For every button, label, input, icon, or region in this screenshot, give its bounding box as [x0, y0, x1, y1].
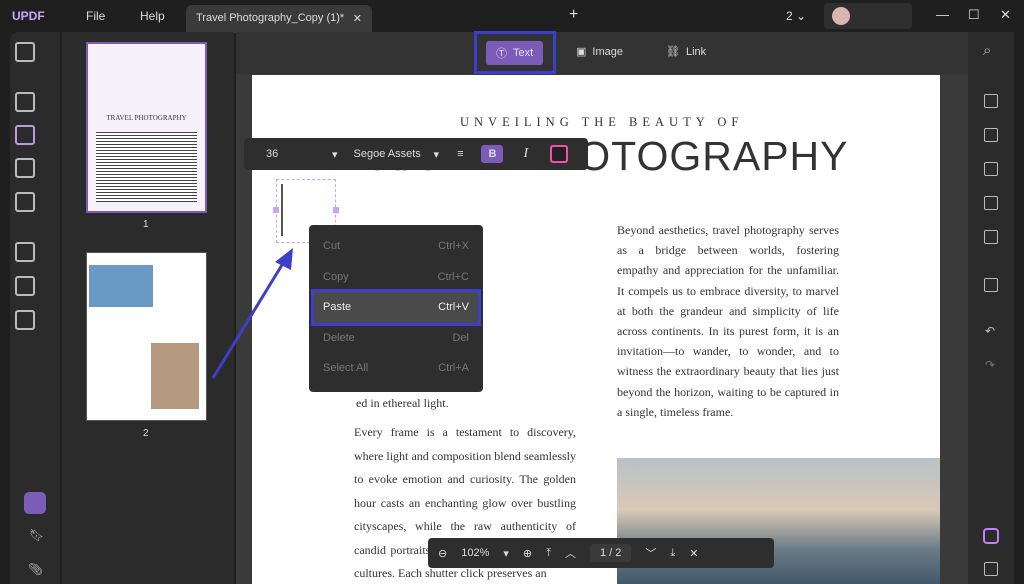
- comments-panel-icon[interactable]: [984, 562, 998, 576]
- label: Text: [513, 47, 533, 59]
- text-tool-button[interactable]: Ⓣ Text: [486, 41, 543, 65]
- menu-file[interactable]: File: [86, 9, 105, 23]
- shortcut: Ctrl+V: [438, 301, 469, 313]
- next-page-icon[interactable]: ﹀: [645, 545, 656, 561]
- doc-subtitle: UNVEILING THE BEAUTY OF: [460, 115, 743, 130]
- ai-assistant-icon[interactable]: [983, 528, 999, 544]
- menu-item-paste[interactable]: Paste Ctrl+V: [314, 292, 478, 323]
- convert-file-icon[interactable]: [984, 128, 998, 142]
- convert-icon[interactable]: [15, 192, 35, 212]
- bookmark-icon[interactable]: 🔖︎: [29, 528, 44, 542]
- link-tool-button[interactable]: ⛓︎ Link: [666, 45, 706, 58]
- thumb-title: TRAVEL PHOTOGRAPHY: [88, 114, 205, 122]
- thumbnail-page-2[interactable]: [86, 252, 207, 421]
- crop-icon[interactable]: [15, 276, 35, 296]
- thumbnail-label: 2: [143, 428, 149, 439]
- maximize-button[interactable]: ☐: [968, 7, 980, 23]
- resize-handle[interactable]: [333, 207, 339, 213]
- thumb-image: [151, 343, 199, 409]
- label: Paste: [323, 301, 351, 313]
- label: Cut: [323, 240, 340, 252]
- attachment-icon[interactable]: 📎︎: [28, 562, 43, 576]
- ocr-icon[interactable]: [984, 94, 998, 108]
- zoom-out-icon[interactable]: ⊖: [438, 547, 447, 560]
- label: Copy: [323, 271, 349, 283]
- updf-logo: UPDF: [12, 9, 45, 23]
- align-icon[interactable]: ≡: [457, 148, 463, 160]
- close-zoom-bar-icon[interactable]: ✕: [689, 547, 698, 560]
- email-icon[interactable]: [984, 230, 998, 244]
- shortcut: Ctrl+C: [438, 271, 469, 283]
- link-icon: ⛓︎: [666, 45, 680, 58]
- close-window-button[interactable]: ✕: [1000, 7, 1011, 23]
- tab-title: Travel Photography_Copy (1)*: [196, 12, 344, 24]
- italic-button[interactable]: I: [523, 146, 528, 162]
- close-tab-icon[interactable]: ✕: [353, 12, 362, 25]
- text-line: ed in ethereal light.: [356, 393, 574, 413]
- image-icon: ▣: [576, 45, 586, 58]
- minimize-button[interactable]: —: [936, 7, 949, 22]
- text-icon: Ⓣ: [496, 45, 507, 61]
- font-name-select[interactable]: Segoe Assets: [354, 148, 424, 160]
- annotation-arrow: [205, 240, 305, 385]
- menu-item-copy[interactable]: Copy Ctrl+C: [309, 262, 483, 293]
- font-size-select[interactable]: 36: [266, 148, 326, 160]
- right-column-para[interactable]: Beyond aesthetics, travel photography se…: [617, 220, 839, 422]
- share-icon[interactable]: [984, 196, 998, 210]
- new-tab-button[interactable]: +: [569, 6, 578, 24]
- context-menu: CutCtrl+X CopyCtrl+C PasteCtrl+V DeleteD…: [309, 225, 483, 392]
- font-chevron-icon[interactable]: ▾: [434, 148, 440, 161]
- thumbnail-label: 1: [143, 219, 149, 230]
- right-toolbar: [968, 32, 1014, 584]
- last-page-icon[interactable]: ⤓: [670, 547, 675, 560]
- zoom-level[interactable]: 102%: [461, 547, 489, 559]
- protect-file-icon[interactable]: [984, 162, 998, 176]
- form-icon[interactable]: [15, 158, 35, 178]
- first-page-icon[interactable]: ⤒: [546, 547, 551, 560]
- resize-handle[interactable]: [273, 207, 279, 213]
- label: Image: [592, 46, 623, 58]
- text-cursor: [281, 184, 283, 236]
- search-icon[interactable]: ⌕: [983, 42, 991, 59]
- menu-item-delete[interactable]: Delete Del: [309, 323, 483, 354]
- count: 2: [786, 9, 793, 23]
- undo-icon[interactable]: ↶: [985, 324, 995, 338]
- menu-item-select-all[interactable]: Select All Ctrl+A: [309, 353, 483, 384]
- zoom-bar: ⊖ 102% ▾ ⊕ ⤒ ︿ 1 / 2 ﹀ ⤓ ✕: [428, 538, 774, 568]
- protect-icon[interactable]: [15, 310, 35, 330]
- menu-item-cut[interactable]: Cut Ctrl+X: [309, 231, 483, 262]
- edit-pdf-icon[interactable]: [15, 125, 35, 145]
- avatar: [832, 7, 850, 25]
- image-tool-button[interactable]: ▣ Image: [576, 45, 623, 58]
- thumbnail-page-1[interactable]: TRAVEL PHOTOGRAPHY: [86, 42, 207, 213]
- save-icon[interactable]: [984, 278, 998, 292]
- text-format-bar: 36 ▾ Segoe Assets ▾ ≡ B I: [244, 138, 588, 170]
- label: Link: [686, 46, 706, 58]
- notification-count[interactable]: 2 ⌄: [786, 9, 806, 23]
- shortcut: Del: [452, 332, 469, 344]
- label: Delete: [323, 332, 355, 344]
- zoom-in-icon[interactable]: ⊕: [523, 547, 532, 560]
- thumb-image: [89, 265, 153, 307]
- font-chevron-icon[interactable]: ▾: [332, 148, 338, 161]
- bold-button[interactable]: B: [481, 145, 503, 163]
- shortcut: Ctrl+X: [438, 240, 469, 252]
- layers-icon[interactable]: [24, 492, 46, 514]
- label: Select All: [323, 362, 368, 374]
- zoom-chevron-icon[interactable]: ▾: [503, 547, 509, 560]
- shortcut: Ctrl+A: [438, 362, 469, 374]
- menu-help[interactable]: Help: [140, 9, 165, 23]
- document-tab[interactable]: Travel Photography_Copy (1)* ✕: [186, 5, 372, 33]
- redo-icon[interactable]: ↷: [985, 358, 995, 372]
- page-number-input[interactable]: 1 / 2: [590, 544, 631, 562]
- organize-icon[interactable]: [15, 242, 35, 262]
- comment-icon[interactable]: [15, 92, 35, 112]
- thumb-text: [96, 132, 197, 202]
- prev-page-icon[interactable]: ︿: [565, 545, 576, 561]
- account-button[interactable]: [824, 3, 912, 29]
- reader-icon[interactable]: [15, 42, 35, 62]
- text-color-button[interactable]: [550, 145, 568, 163]
